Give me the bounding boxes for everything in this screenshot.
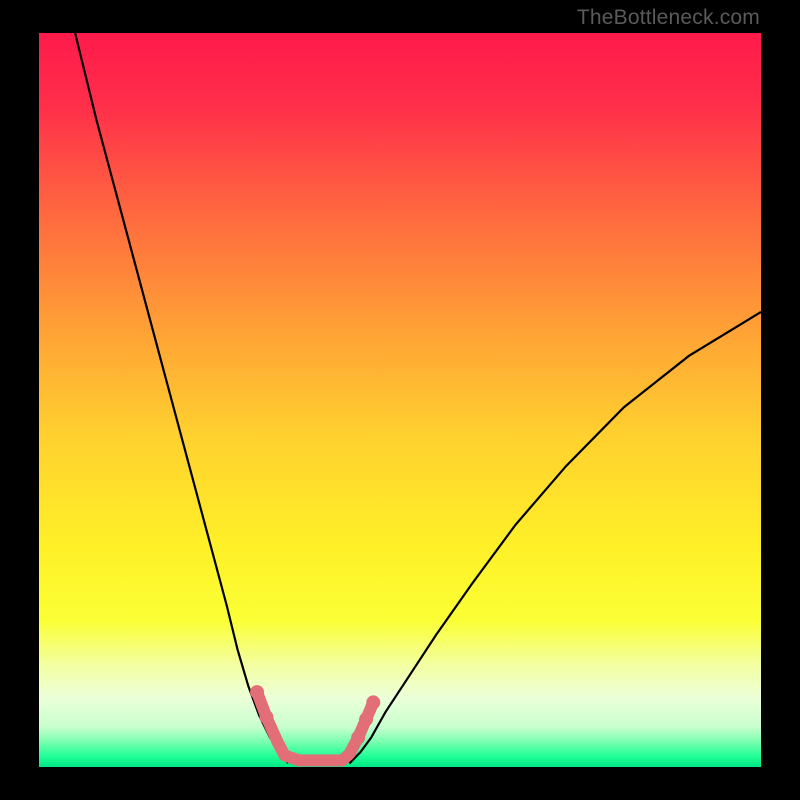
watermark-text: TheBottleneck.com	[577, 6, 760, 30]
plot-background	[39, 33, 761, 767]
chart-frame: TheBottleneck.com	[0, 0, 800, 800]
